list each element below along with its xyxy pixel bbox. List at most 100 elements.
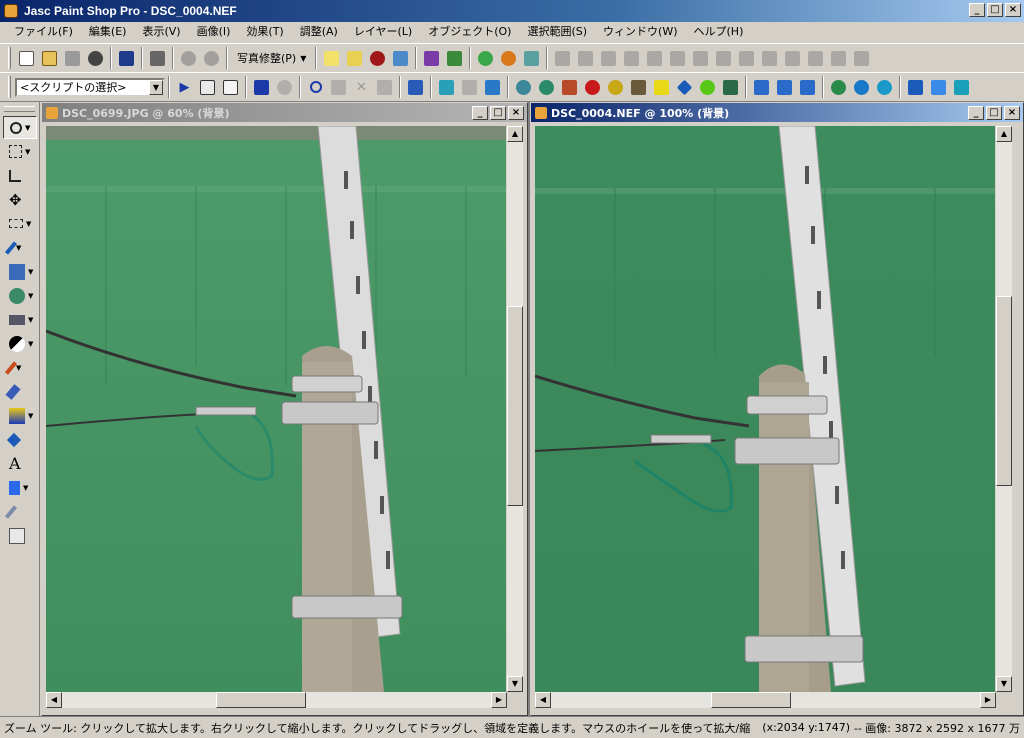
effect-13-button[interactable] (719, 76, 742, 99)
undo-button[interactable] (177, 47, 200, 70)
menu-window[interactable]: ウィンドウ(W) (595, 22, 685, 42)
png-button[interactable] (796, 76, 819, 99)
red-eye-button[interactable] (366, 47, 389, 70)
script-select[interactable]: <スクリプトの選択> ▼ (15, 77, 165, 97)
effect-4-button[interactable] (512, 76, 535, 99)
image-canvas[interactable] (535, 126, 995, 692)
stamp-button[interactable] (620, 47, 643, 70)
scroll-thumb[interactable] (216, 692, 306, 708)
rollover-button[interactable] (850, 76, 873, 99)
scroll-down-button[interactable]: ▼ (996, 676, 1012, 692)
pen-tool[interactable] (3, 428, 37, 451)
scroll-up-button[interactable]: ▲ (507, 126, 523, 142)
document-titlebar[interactable]: DSC_0004.NEF @ 100% (背景) _ □ × (531, 103, 1023, 122)
scroll-right-button[interactable]: ▶ (491, 692, 507, 708)
person-green-button[interactable] (474, 47, 497, 70)
scroll-left-button[interactable]: ◀ (46, 692, 62, 708)
text-tool[interactable]: A (3, 452, 37, 475)
scroll-thumb[interactable] (507, 306, 523, 506)
auto-fix-button[interactable] (320, 47, 343, 70)
cancel-script-button[interactable] (273, 76, 296, 99)
document-titlebar[interactable]: DSC_0699.JPG @ 60% (背景) _ □ × (42, 103, 527, 122)
object-button[interactable] (389, 47, 412, 70)
dots-button[interactable] (927, 76, 950, 99)
scratch-remover-tool[interactable]: ▼ (3, 308, 37, 331)
new-file-button[interactable] (15, 47, 38, 70)
print-button[interactable] (146, 47, 169, 70)
document-window-nef[interactable]: DSC_0004.NEF @ 100% (背景) _ □ × ▲ ▼ ◀ ▶ (530, 102, 1024, 716)
person-orange-button[interactable] (497, 47, 520, 70)
effect-3-button[interactable] (481, 76, 504, 99)
print-preview-button[interactable] (735, 47, 758, 70)
effect-5-button[interactable] (535, 76, 558, 99)
landscape-button[interactable] (443, 47, 466, 70)
scroll-down-button[interactable]: ▼ (507, 676, 523, 692)
stop-button[interactable]: ✕ (350, 76, 373, 99)
slice-button[interactable] (904, 76, 927, 99)
clone-tool[interactable]: ▼ (3, 284, 37, 307)
record-button[interactable] (304, 76, 327, 99)
open-folder-button[interactable] (643, 47, 666, 70)
effect-1-button[interactable] (435, 76, 458, 99)
menu-adjust[interactable]: 調整(A) (292, 22, 346, 42)
scroll-thumb[interactable] (711, 692, 791, 708)
layers-button[interactable] (804, 47, 827, 70)
menu-edit[interactable]: 編集(E) (81, 22, 135, 42)
close-button[interactable]: × (1004, 106, 1020, 120)
eraser-tool[interactable] (3, 380, 37, 403)
auto-enhance-button[interactable] (343, 47, 366, 70)
paint-brush-tool[interactable]: ▼ (3, 356, 37, 379)
document-window-jpg[interactable]: DSC_0699.JPG @ 60% (背景) _ □ × ▲ ▼ ◀ ▶ (41, 102, 528, 716)
menu-help[interactable]: ヘルプ(H) (686, 22, 752, 42)
binoculars-button[interactable] (666, 47, 689, 70)
pick-tool[interactable] (3, 500, 37, 523)
palette-button[interactable] (781, 47, 804, 70)
effect-2-button[interactable] (458, 76, 481, 99)
effect-11-button[interactable] (673, 76, 696, 99)
maximize-button[interactable]: □ (490, 106, 506, 120)
effect-browser-button[interactable] (404, 76, 427, 99)
effect-6-button[interactable] (558, 76, 581, 99)
effect-final-button[interactable] (950, 76, 973, 99)
horizontal-scrollbar[interactable]: ◀ ▶ (535, 692, 996, 708)
scroll-left-button[interactable]: ◀ (535, 692, 551, 708)
maximize-button[interactable]: □ (987, 3, 1003, 17)
fill-tool[interactable]: ▼ (3, 404, 37, 427)
effect-12-button[interactable] (696, 76, 719, 99)
rectangle-select-tool[interactable]: ▼ (3, 212, 37, 235)
vertical-scrollbar[interactable]: ▲ ▼ (507, 126, 523, 692)
zoom-tool[interactable]: ▼ (3, 116, 37, 139)
run-script-alt-button[interactable] (250, 76, 273, 99)
paste-button[interactable] (597, 47, 620, 70)
photo-fix-dropdown[interactable]: 写真修整(P) ▼ (231, 47, 312, 69)
open-file-button[interactable] (38, 47, 61, 70)
scroll-right-button[interactable]: ▶ (980, 692, 996, 708)
web-button[interactable] (827, 76, 850, 99)
jpeg-button[interactable] (750, 76, 773, 99)
shape-tool[interactable]: ▼ (3, 476, 37, 499)
picture-button[interactable] (520, 47, 543, 70)
effect-9-button[interactable] (627, 76, 650, 99)
cut-button[interactable] (84, 47, 107, 70)
move-tool[interactable]: ✥ (3, 188, 37, 211)
learning-button[interactable] (827, 47, 850, 70)
browse-button[interactable] (61, 47, 84, 70)
portrait-button[interactable] (420, 47, 443, 70)
deform-tool[interactable] (3, 524, 37, 547)
pause-button[interactable] (327, 76, 350, 99)
minimize-button[interactable]: _ (472, 106, 488, 120)
script-output-button[interactable] (850, 47, 873, 70)
menu-view[interactable]: 表示(V) (134, 22, 188, 42)
close-button[interactable]: × (508, 106, 524, 120)
save-script-button[interactable] (373, 76, 396, 99)
run-script-button[interactable]: ▶ (173, 76, 196, 99)
effect-8-button[interactable] (604, 76, 627, 99)
scroll-up-button[interactable]: ▲ (996, 126, 1012, 142)
close-button[interactable]: × (1005, 3, 1021, 17)
save-button[interactable] (115, 47, 138, 70)
minimize-button[interactable]: _ (968, 106, 984, 120)
interactive-toggle-button[interactable] (219, 76, 242, 99)
effect-10-button[interactable] (650, 76, 673, 99)
crop-tool[interactable] (3, 164, 37, 187)
map-button[interactable] (873, 76, 896, 99)
